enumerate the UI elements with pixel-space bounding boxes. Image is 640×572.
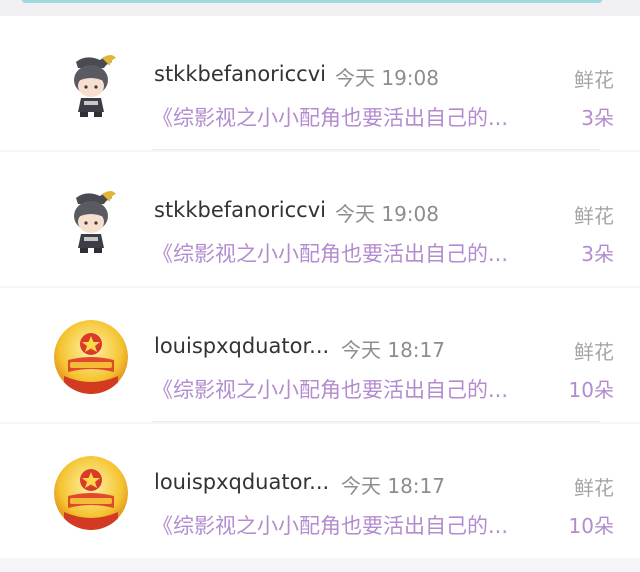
top-accent-bar xyxy=(22,0,602,3)
gift-type-label: 鲜花 xyxy=(574,340,614,364)
row-divider xyxy=(152,421,600,422)
username[interactable]: stkkbefanoriccvi xyxy=(154,198,326,222)
emblem-avatar[interactable] xyxy=(54,320,128,394)
book-title-link[interactable]: 《综影视之小小配角也要活出自己的... xyxy=(152,510,508,540)
gift-type-label: 鲜花 xyxy=(574,204,614,228)
gift-list: stkkbefanoriccvi 今天 19:08 鲜花 《综影视之小小配角也要… xyxy=(0,16,640,572)
list-item[interactable]: stkkbefanoriccvi 今天 19:08 鲜花 《综影视之小小配角也要… xyxy=(0,16,640,150)
username[interactable]: louispxqduator... xyxy=(154,470,329,494)
chibi-ninja-avatar[interactable] xyxy=(54,48,128,122)
list-item[interactable]: louispxqduator... 今天 18:17 鲜花 《综影视之小小配角也… xyxy=(0,424,640,558)
timestamp: 今天 19:08 xyxy=(335,202,439,226)
timestamp: 今天 19:08 xyxy=(335,66,439,90)
gift-count: 3朵 xyxy=(581,106,614,130)
gift-type-label: 鲜花 xyxy=(574,476,614,500)
list-item[interactable]: louispxqduator... 今天 18:17 鲜花 《综影视之小小配角也… xyxy=(0,288,640,422)
list-item[interactable]: stkkbefanoriccvi 今天 19:08 鲜花 《综影视之小小配角也要… xyxy=(0,152,640,286)
top-strip xyxy=(0,0,640,16)
gift-count: 10朵 xyxy=(568,514,614,538)
book-title-link[interactable]: 《综影视之小小配角也要活出自己的... xyxy=(152,374,508,404)
timestamp: 今天 18:17 xyxy=(341,338,445,362)
gift-type-label: 鲜花 xyxy=(574,68,614,92)
book-title-link[interactable]: 《综影视之小小配角也要活出自己的... xyxy=(152,102,508,132)
emblem-avatar[interactable] xyxy=(54,456,128,530)
gift-count: 3朵 xyxy=(581,242,614,266)
book-title-link[interactable]: 《综影视之小小配角也要活出自己的... xyxy=(152,238,508,268)
chibi-ninja-avatar[interactable] xyxy=(54,184,128,258)
row-divider xyxy=(152,149,600,150)
gift-count: 10朵 xyxy=(568,378,614,402)
username[interactable]: louispxqduator... xyxy=(154,334,329,358)
username[interactable]: stkkbefanoriccvi xyxy=(154,62,326,86)
timestamp: 今天 18:17 xyxy=(341,474,445,498)
